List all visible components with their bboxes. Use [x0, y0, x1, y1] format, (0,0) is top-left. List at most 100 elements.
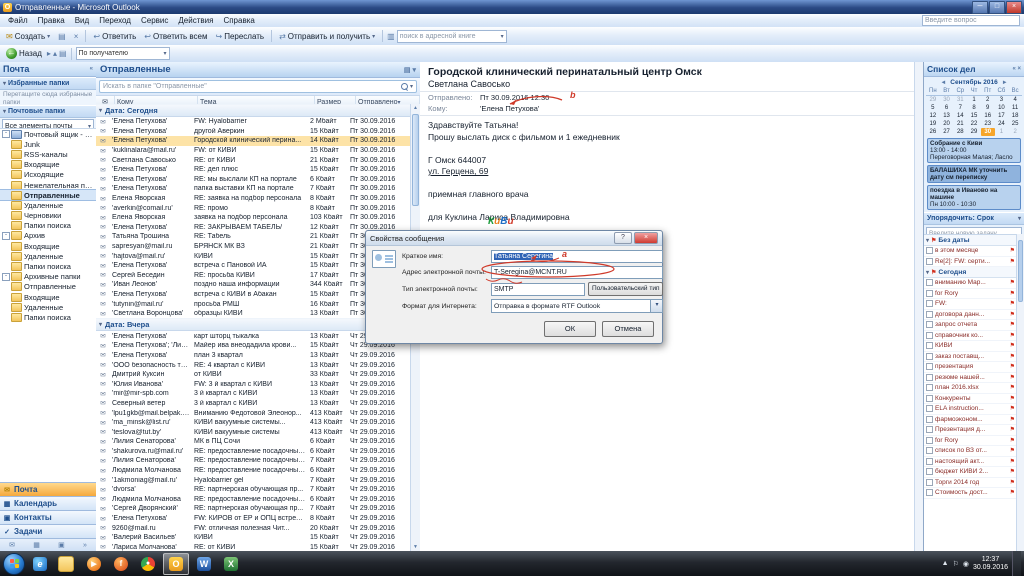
up-folder-icon[interactable]: ▴: [53, 49, 57, 58]
flag-icon[interactable]: ⚑: [1010, 321, 1015, 328]
message-row[interactable]: ✉ 'Лариса Молчанова' RE: от КИВИ 15 Кбайт Чт…: [96, 543, 411, 551]
task-checkbox[interactable]: [926, 310, 933, 318]
prev-month-icon[interactable]: ◄: [940, 80, 946, 86]
media-player-taskbar-icon[interactable]: ▶: [82, 554, 106, 574]
scroll-up-icon[interactable]: ▲: [411, 104, 420, 112]
calendar-day[interactable]: 26: [926, 128, 940, 136]
excel-taskbar-icon[interactable]: X: [219, 554, 243, 574]
message-row[interactable]: ✉ 'shakurova.ru@mail.ru' RE: предоставлени…: [96, 447, 411, 457]
reply-button[interactable]: ↩ Ответить: [90, 31, 139, 42]
task-checkbox[interactable]: [926, 415, 933, 423]
message-row[interactable]: ✉ 'Валерий Васильев' КИВИ 15 Кбайт Чт 29.09.…: [96, 533, 411, 543]
sidebar-folder[interactable]: Junk: [0, 139, 96, 149]
message-row[interactable]: ✉ 'teslova@tut.by' КИВИ вакуумные системы 4…: [96, 427, 411, 437]
message-row[interactable]: ✉ 'dvorsa' RE: партнерская обучающая пр...…: [96, 485, 411, 495]
calendar-day[interactable]: 10: [995, 104, 1009, 112]
task-checkbox[interactable]: [926, 468, 933, 476]
flag-icon[interactable]: ⚑: [1010, 258, 1015, 265]
flag-icon[interactable]: ⚑: [1010, 384, 1015, 391]
calendar-day[interactable]: 8: [967, 104, 981, 112]
internet-format-select[interactable]: Отправка в формате RTF Outlook ▾: [491, 299, 664, 313]
sidebar-folder[interactable]: Нежелательная поч...: [0, 180, 96, 190]
contacts-nav-button[interactable]: ▣ Контакты: [0, 510, 96, 524]
todo-close-icon[interactable]: « ×: [1012, 66, 1021, 72]
message-row[interactable]: ✉ Елена Яворская заявка на подбор персонал…: [96, 213, 411, 223]
reply-all-button[interactable]: ↩ Ответить всем: [141, 31, 210, 42]
dialog-close-button[interactable]: ×: [634, 232, 658, 244]
task-item[interactable]: for Rory ⚑: [924, 436, 1017, 446]
expander-icon[interactable]: -: [2, 231, 10, 240]
arrange-by-combo[interactable]: По получателю ▾: [75, 47, 170, 60]
calendar-day[interactable]: 2: [981, 96, 995, 104]
calendar-day[interactable]: 11: [1008, 104, 1022, 112]
sidebar-folder[interactable]: RSS-каналы: [0, 149, 96, 159]
flag-icon[interactable]: ⚑: [1010, 458, 1015, 465]
task-item[interactable]: FW: ⚑: [924, 299, 1017, 310]
task-item[interactable]: в этом месяце ⚑: [924, 246, 1017, 257]
task-checkbox[interactable]: [926, 478, 933, 486]
task-item[interactable]: бюджет КИВИ 2... ⚑: [924, 467, 1017, 478]
documents-icon[interactable]: ▤: [59, 49, 67, 58]
taskbar-clock[interactable]: 12:37 30.09.2016: [973, 556, 1008, 572]
sidebar-folder[interactable]: Удаленные: [0, 251, 96, 261]
sidebar-folder[interactable]: Отправленные: [0, 282, 96, 292]
flag-icon[interactable]: ⚑: [1010, 353, 1015, 360]
task-checkbox[interactable]: [926, 289, 933, 297]
flag-icon[interactable]: ⚑: [1010, 279, 1015, 286]
task-item[interactable]: ELA instruction... ⚑: [924, 404, 1017, 415]
task-item[interactable]: Конкуренты ⚑: [924, 394, 1017, 404]
message-row[interactable]: ✉ 'kuklinalara@mail.ru' FW: от КИВИ 15 Кбай…: [96, 146, 411, 156]
search-input[interactable]: Искать в папке "Отправленные" ▾: [99, 80, 417, 93]
short-name-input[interactable]: Татьяна Серегина: [491, 250, 664, 263]
task-checkbox[interactable]: [926, 394, 933, 402]
back-button[interactable]: ← Назад: [3, 47, 45, 60]
sidebar-folder[interactable]: Удаленные: [0, 302, 96, 312]
calendar-day[interactable]: 19: [926, 120, 940, 128]
group-header[interactable]: ▾ Дата: Сегодня: [96, 104, 411, 117]
sidebar-folder[interactable]: - Архивные папки: [0, 272, 96, 282]
address-book-icon[interactable]: ▥: [387, 32, 395, 41]
maximize-button[interactable]: □: [989, 0, 1005, 14]
favorite-folders-header[interactable]: ▾ Избранные папки: [0, 77, 96, 90]
ok-button[interactable]: ОК: [544, 321, 596, 337]
mail-small-icon[interactable]: ✉: [9, 541, 15, 549]
calendar-day[interactable]: 16: [981, 112, 995, 120]
word-taskbar-icon[interactable]: W: [192, 554, 216, 574]
hidden-icons-icon[interactable]: ▲: [942, 560, 949, 567]
flag-icon[interactable]: ⚑: [1010, 374, 1015, 381]
message-row[interactable]: ✉ 'Сергей Дворянский' RE: партнерская обуч…: [96, 504, 411, 514]
menu-item-7[interactable]: Справка: [218, 14, 259, 27]
task-group-header[interactable]: ▾ ⚑ Без даты: [924, 235, 1017, 246]
sidebar-folder[interactable]: Папки поиска: [0, 221, 96, 231]
message-row[interactable]: ✉ 'Елена Петухова' RE: ЗАКРЫВАЕМ ТАБЕЛЬ/12…: [96, 223, 411, 233]
expander-icon[interactable]: -: [2, 272, 10, 281]
task-checkbox[interactable]: [926, 447, 933, 455]
calendar-day[interactable]: 2: [1008, 128, 1022, 136]
firefox-taskbar-icon[interactable]: f: [109, 554, 133, 574]
calendar-day[interactable]: 5: [926, 104, 940, 112]
message-row[interactable]: ✉ Людмила Молчанова RE: предоставление пос…: [96, 466, 411, 476]
task-checkbox[interactable]: [926, 405, 933, 413]
action-center-icon[interactable]: ⚐: [953, 560, 959, 568]
message-row[interactable]: ✉ 'mir@mir-spb.com 3 й квартал с КИВИ 13 Кб…: [96, 389, 411, 399]
message-row[interactable]: ✉ 'Елена Петухова' другой Аверкин 15 Кбайт П…: [96, 127, 411, 137]
task-checkbox[interactable]: [926, 426, 933, 434]
task-item[interactable]: КИВИ ⚑: [924, 341, 1017, 352]
outlook-taskbar-icon[interactable]: O: [163, 552, 189, 575]
flag-icon[interactable]: ⚑: [1010, 426, 1015, 433]
message-row[interactable]: ✉ sapresyan@mail.ru БРЯНСК МК ВЗ 21 Кбайт Пт…: [96, 242, 411, 252]
sidebar-folder[interactable]: Входящие: [0, 160, 96, 170]
message-row[interactable]: ✉ 'Елена Петухова' план 3 квартал 13 Кбайт Ч…: [96, 351, 411, 361]
mail-folders-header[interactable]: ▾ Почтовые папки: [0, 105, 96, 118]
calendar-day[interactable]: 14: [953, 112, 967, 120]
more-buttons-icon[interactable]: »: [83, 542, 87, 549]
scroll-thumb[interactable]: [1018, 240, 1023, 302]
message-row[interactable]: ✉ 'Светлана Воронцова' образцы КИВИ 13 Кбай…: [96, 309, 411, 319]
forward-button[interactable]: ↪ Переслать: [213, 31, 268, 42]
message-row[interactable]: ✉ 'ООО безопасность труда' RE: 4 квартал с…: [96, 360, 411, 370]
sidebar-folder[interactable]: - Архив: [0, 231, 96, 241]
next-month-icon[interactable]: ►: [1002, 80, 1008, 86]
message-row[interactable]: ✉ 'lpu1gkb@mail.belpak.by' Вниманию Федото…: [96, 408, 411, 418]
message-row[interactable]: ✉ 'Юлия Иванова' FW: 3 й квартал с КИВИ 13 …: [96, 379, 411, 389]
task-checkbox[interactable]: [926, 331, 933, 339]
